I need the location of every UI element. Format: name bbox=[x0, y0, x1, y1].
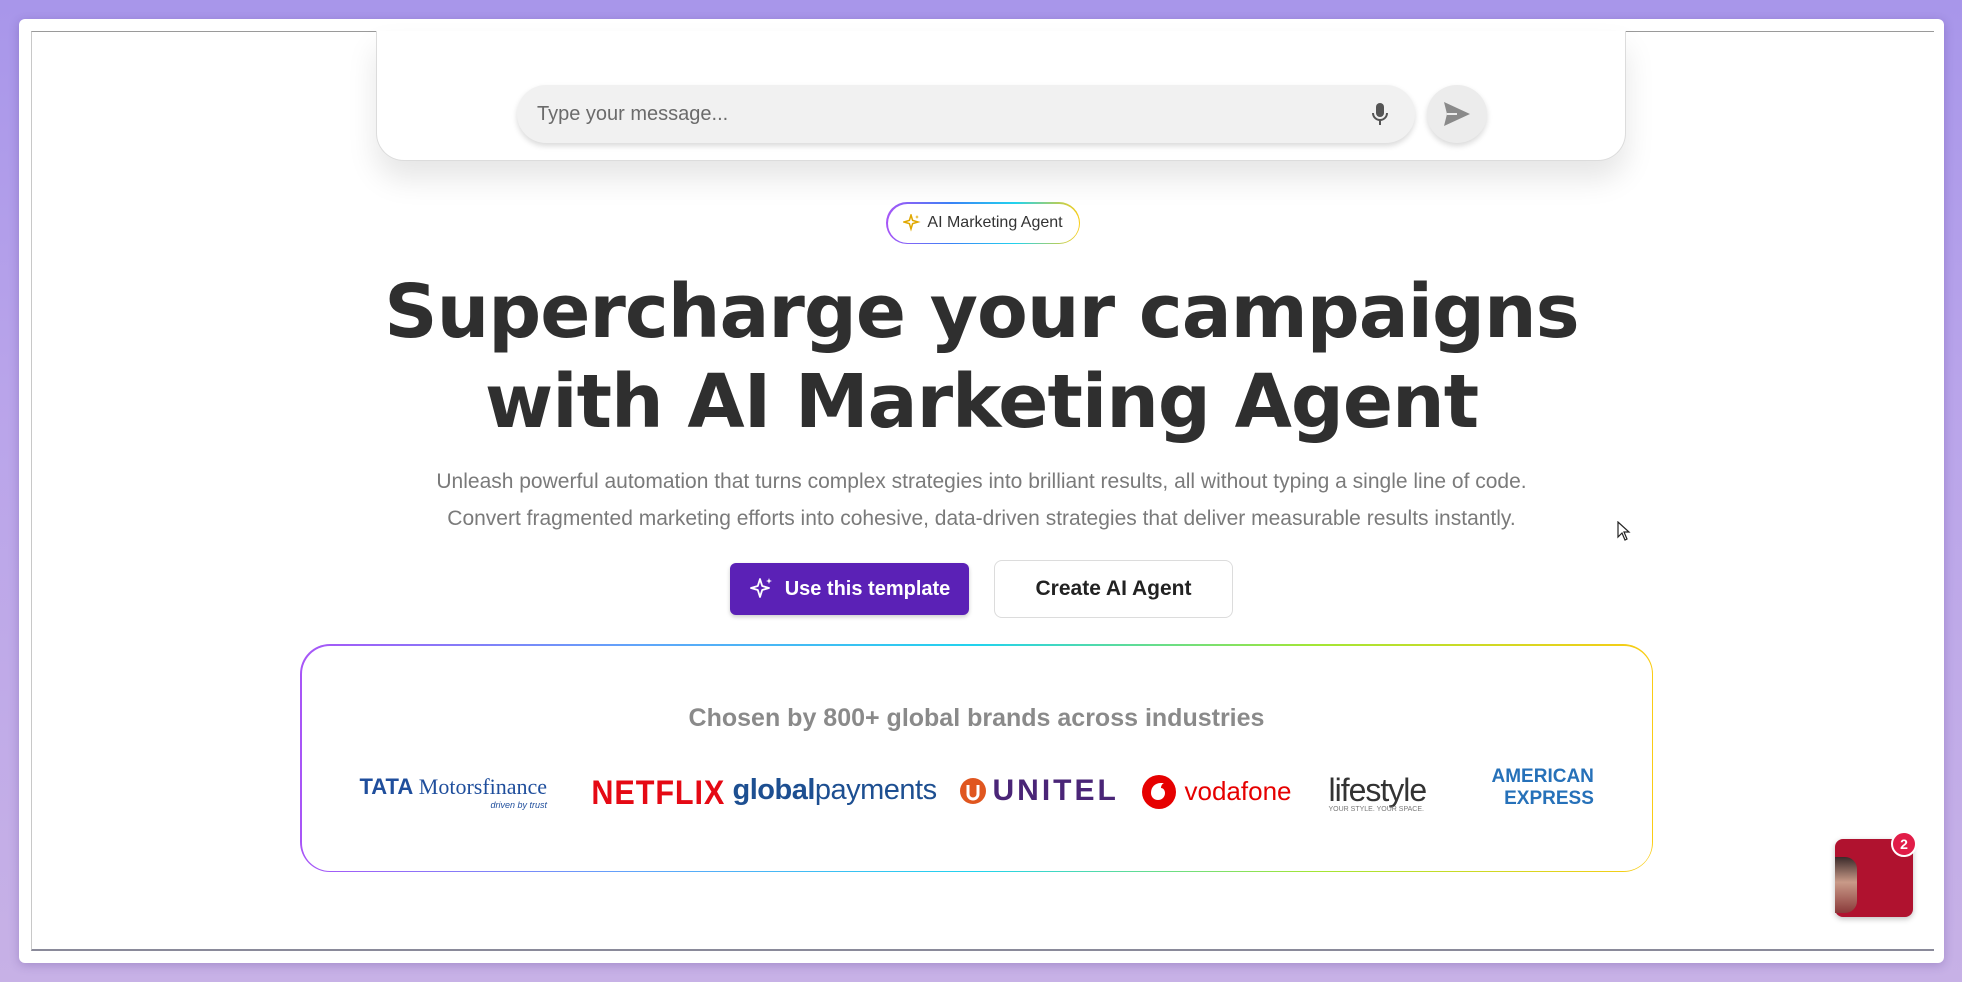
description-line-1: Unleash powerful automation that turns c… bbox=[436, 470, 1527, 493]
message-placeholder: Type your message... bbox=[537, 102, 729, 125]
logo-netflix: NETFLIX bbox=[590, 773, 725, 812]
message-input[interactable]: Type your message... bbox=[517, 85, 1415, 143]
logo-unitel: UNITEL bbox=[959, 774, 1119, 808]
send-button[interactable] bbox=[1427, 85, 1487, 143]
tata-tagline: driven by trust bbox=[490, 799, 548, 810]
logo-lifestyle: lifestyle YOUR STYLE. YOUR SPACE. bbox=[1328, 771, 1428, 813]
use-template-label: Use this template bbox=[784, 577, 951, 600]
description-line-2: Convert fragmented marketing efforts int… bbox=[447, 507, 1516, 530]
vodafone-logo-icon bbox=[1141, 774, 1176, 809]
logo-global-payments: globalpayments bbox=[732, 773, 938, 806]
sparkles-icon bbox=[749, 578, 772, 598]
page-headline: Supercharge your campaigns with AI Marke… bbox=[19, 267, 1944, 447]
unitel-logo-icon bbox=[959, 777, 986, 804]
brands-title: Chosen by 800+ global brands across indu… bbox=[688, 703, 1265, 732]
ai-marketing-agent-badge: AI Marketing Agent bbox=[886, 202, 1080, 244]
send-icon bbox=[1444, 102, 1470, 126]
badge-label: AI Marketing Agent bbox=[927, 214, 1063, 231]
mouse-cursor-icon bbox=[1617, 521, 1631, 541]
headline-line-1: Supercharge your campaigns bbox=[384, 269, 1579, 355]
hero-description: Unleash powerful automation that turns c… bbox=[19, 463, 1944, 537]
lifestyle-tagline: YOUR STYLE. YOUR SPACE. bbox=[1328, 805, 1424, 813]
headline-line-2: with AI Marketing Agent bbox=[484, 359, 1479, 445]
microphone-icon[interactable] bbox=[1365, 99, 1395, 129]
logo-tata-motors-finance: TATA Motorsfinance driven by trust bbox=[359, 773, 548, 810]
create-ai-agent-button[interactable]: Create AI Agent bbox=[994, 560, 1233, 618]
use-template-button[interactable]: Use this template bbox=[730, 563, 969, 615]
sparkles-icon bbox=[903, 214, 922, 232]
chat-widget-button[interactable]: 2 bbox=[1835, 831, 1917, 917]
logo-vodafone: vodafone bbox=[1141, 774, 1291, 810]
chat-preview-card: Type your message... bbox=[376, 31, 1626, 161]
browser-window: Type your message... AI Marketing Agent … bbox=[19, 19, 1944, 963]
notification-badge: 2 bbox=[1891, 831, 1917, 857]
logo-american-express: AMERICAN EXPRESS bbox=[1491, 765, 1594, 809]
create-agent-label: Create AI Agent bbox=[1035, 577, 1192, 600]
brands-section: Chosen by 800+ global brands across indu… bbox=[300, 644, 1653, 872]
avatar bbox=[1835, 857, 1857, 913]
